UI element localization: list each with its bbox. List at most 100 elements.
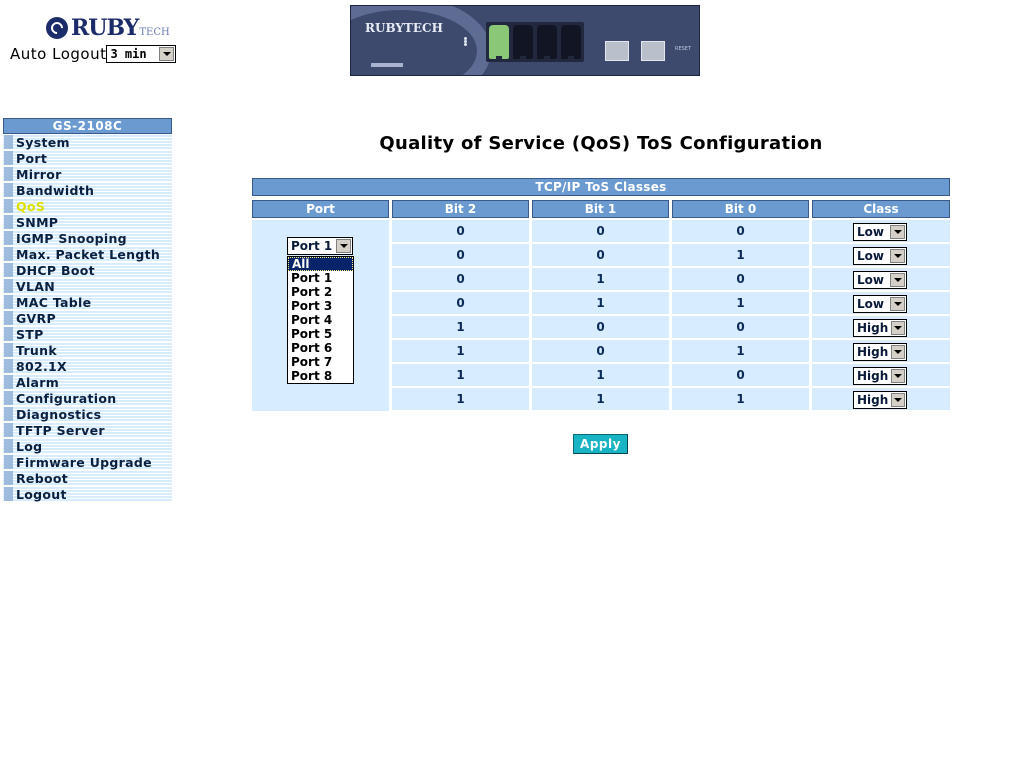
- menu-marker-icon: [4, 231, 13, 245]
- sidebar-item-firmware-upgrade[interactable]: Firmware Upgrade: [3, 454, 172, 470]
- menu-marker-icon: [4, 247, 13, 261]
- cell-bit0: 1: [672, 340, 809, 362]
- class-select[interactable]: High: [853, 319, 907, 337]
- sidebar-item-snmp[interactable]: SNMP: [3, 214, 172, 230]
- cell-bit1: 1: [532, 388, 669, 410]
- cell-bit0: 1: [672, 388, 809, 410]
- class-select[interactable]: High: [853, 391, 907, 409]
- class-select[interactable]: Low: [853, 271, 907, 289]
- chevron-down-icon[interactable]: [891, 345, 905, 359]
- sidebar-item-max-packet-length[interactable]: Max. Packet Length: [3, 246, 172, 262]
- sidebar-item-log[interactable]: Log: [3, 438, 172, 454]
- cell-bit2: 1: [392, 316, 529, 338]
- sidebar-item-vlan[interactable]: VLAN: [3, 278, 172, 294]
- cell-bit0: 1: [672, 244, 809, 266]
- auto-logout-label: Auto Logout: [10, 45, 107, 63]
- sidebar-item-diagnostics[interactable]: Diagnostics: [3, 406, 172, 422]
- port-select-value: Port 1: [291, 239, 333, 253]
- cell-bit1: 1: [532, 364, 669, 386]
- menu-marker-icon: [4, 471, 13, 485]
- rj45-port-icon[interactable]: [537, 25, 557, 61]
- sfp-port-icon[interactable]: [605, 41, 629, 61]
- menu-marker-icon: [4, 327, 13, 341]
- port-option-all[interactable]: All: [288, 257, 353, 271]
- port-option-4[interactable]: Port 4: [288, 313, 353, 327]
- column-header-port: Port: [252, 200, 389, 218]
- sidebar-item-bandwidth[interactable]: Bandwidth: [3, 182, 172, 198]
- sidebar-item-trunk[interactable]: Trunk: [3, 342, 172, 358]
- device-label-bar: [371, 63, 403, 67]
- rj45-port-icon[interactable]: [513, 25, 533, 61]
- chevron-down-icon[interactable]: [891, 393, 905, 407]
- sidebar-item-logout[interactable]: Logout: [3, 486, 172, 502]
- menu-marker-icon: [4, 343, 13, 357]
- menu-marker-icon: [4, 407, 13, 421]
- chevron-down-icon[interactable]: [890, 249, 905, 263]
- auto-logout-select[interactable]: 3 min: [106, 45, 177, 63]
- table-title: TCP/IP ToS Classes: [252, 178, 950, 196]
- sidebar-item-reboot[interactable]: Reboot: [3, 470, 172, 486]
- cell-bit1: 1: [532, 268, 669, 290]
- rj45-port-icon[interactable]: [561, 25, 581, 61]
- class-select[interactable]: Low: [853, 223, 907, 241]
- sidebar-item-mac-table[interactable]: MAC Table: [3, 294, 172, 310]
- cell-bit1: 0: [532, 220, 669, 242]
- port-option-7[interactable]: Port 7: [288, 355, 353, 369]
- ruby-logo: RUBY TECH: [46, 14, 170, 42]
- cell-bit0: 1: [672, 292, 809, 314]
- port-option-3[interactable]: Port 3: [288, 299, 353, 313]
- sidebar-item-stp[interactable]: STP: [3, 326, 172, 342]
- class-select[interactable]: High: [853, 367, 907, 385]
- port-option-5[interactable]: Port 5: [288, 327, 353, 341]
- menu-marker-icon: [4, 439, 13, 453]
- apply-button[interactable]: Apply: [573, 434, 628, 454]
- menu-marker-icon: [4, 455, 13, 469]
- menu-marker-icon: [4, 135, 13, 149]
- sfp-port-icon[interactable]: [641, 41, 665, 61]
- sidebar-item-configuration[interactable]: Configuration: [3, 390, 172, 406]
- sidebar-item-system[interactable]: System: [3, 134, 172, 150]
- port-option-1[interactable]: Port 1: [288, 271, 353, 285]
- class-select[interactable]: Low: [853, 247, 907, 265]
- auto-logout: Auto Logout 3 min: [10, 45, 177, 63]
- cell-bit2: 0: [392, 244, 529, 266]
- sidebar-item-8021x[interactable]: 802.1X: [3, 358, 172, 374]
- sidebar-item-alarm[interactable]: Alarm: [3, 374, 172, 390]
- port-option-6[interactable]: Port 6: [288, 341, 353, 355]
- menu-marker-icon: [4, 391, 13, 405]
- cell-bit2: 1: [392, 340, 529, 362]
- chevron-down-icon[interactable]: [890, 225, 905, 239]
- menu-marker-icon: [4, 487, 13, 501]
- sidebar-item-port[interactable]: Port: [3, 150, 172, 166]
- column-header-bit0: Bit 0: [672, 200, 809, 218]
- chevron-down-icon[interactable]: [336, 239, 351, 253]
- class-select[interactable]: Low: [853, 295, 907, 313]
- column-header-bit1: Bit 1: [532, 200, 669, 218]
- rj45-port-icon[interactable]: [489, 25, 509, 61]
- class-select[interactable]: High: [853, 343, 907, 361]
- chevron-down-icon[interactable]: [891, 369, 905, 383]
- sidebar-item-tftp-server[interactable]: TFTP Server: [3, 422, 172, 438]
- cell-bit1: 0: [532, 244, 669, 266]
- sidebar: GS-2108C System Port Mirror Bandwidth Qo…: [3, 118, 172, 502]
- port-option-8[interactable]: Port 8: [288, 369, 353, 383]
- sidebar-item-gvrp[interactable]: GVRP: [3, 310, 172, 326]
- port-option-2[interactable]: Port 2: [288, 285, 353, 299]
- ruby-logo-icon: [46, 17, 68, 39]
- port-led-icon: [464, 43, 470, 46]
- sidebar-item-qos[interactable]: QoS: [3, 198, 172, 214]
- menu-marker-icon: [4, 151, 13, 165]
- chevron-down-icon[interactable]: [890, 273, 905, 287]
- sidebar-item-mirror[interactable]: Mirror: [3, 166, 172, 182]
- menu-marker-icon: [4, 311, 13, 325]
- cell-bit2: 0: [392, 292, 529, 314]
- chevron-down-icon[interactable]: [891, 321, 905, 335]
- chevron-down-icon[interactable]: [159, 47, 175, 61]
- port-dropdown-list[interactable]: All Port 1 Port 2 Port 3 Port 4 Port 5 P…: [287, 256, 354, 384]
- sidebar-item-dhcp-boot[interactable]: DHCP Boot: [3, 262, 172, 278]
- status-leds: [464, 37, 470, 46]
- sidebar-item-igmp-snooping[interactable]: IGMP Snooping: [3, 230, 172, 246]
- rj45-ports: [486, 22, 584, 62]
- port-select[interactable]: Port 1: [287, 237, 353, 255]
- chevron-down-icon[interactable]: [890, 297, 905, 311]
